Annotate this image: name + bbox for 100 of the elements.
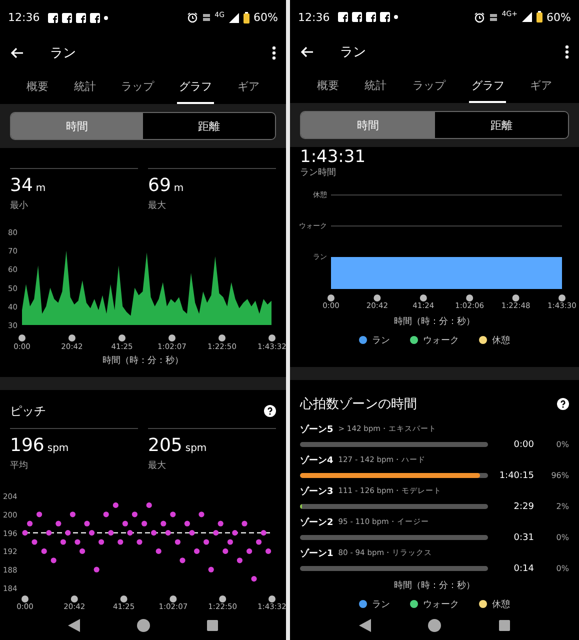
back-arrow-icon[interactable]: [300, 46, 314, 58]
section-title: 心拍数ゾーンの時間: [300, 396, 417, 414]
more-icon[interactable]: [272, 46, 276, 60]
data-point: [174, 539, 180, 545]
data-point: [170, 512, 176, 518]
alarm-clock-icon: [474, 12, 485, 23]
data-point: [94, 566, 100, 572]
back-arrow-icon[interactable]: [10, 46, 24, 58]
app-notification-icon: [366, 12, 376, 22]
status-time: 12:36: [298, 10, 330, 24]
alarm-clock-icon: [186, 12, 198, 23]
section-title: ピッチ: [10, 402, 46, 420]
signal-icon: [522, 12, 532, 22]
home-icon[interactable]: [136, 618, 150, 632]
help-icon[interactable]: [557, 398, 569, 410]
axis-title: 時間（時：分：秒）: [394, 580, 475, 594]
axis-tick-dot: [170, 596, 177, 602]
zone-time: 0:31: [512, 532, 534, 543]
recents-icon[interactable]: [499, 620, 510, 631]
data-point: [108, 530, 114, 536]
data-point: [98, 539, 104, 545]
home-icon[interactable]: [428, 618, 442, 632]
zone-time: 2:29: [512, 502, 534, 512]
app-notification-icon: [90, 12, 100, 22]
notification-dot-icon: [394, 15, 398, 20]
back-icon[interactable]: [358, 618, 371, 632]
axis-tick-dot: [70, 596, 78, 602]
app-notification-icon: [352, 12, 362, 22]
more-icon[interactable]: [565, 45, 569, 60]
notification-dot-icon: [104, 16, 108, 20]
data-point: [118, 539, 124, 545]
data-point: [65, 530, 71, 536]
tab[interactable]: 概要: [314, 70, 341, 104]
axis-tick-dot: [219, 596, 226, 602]
data-point: [70, 512, 76, 518]
data-point: [84, 520, 90, 526]
segmented-control[interactable]: 時間 距離: [300, 111, 569, 140]
data-point: [232, 530, 238, 536]
recents-icon[interactable]: [206, 620, 218, 630]
legend-label: ウォーク: [423, 334, 459, 347]
legend-label: ウォーク: [423, 598, 459, 610]
zone-percent: 0%: [555, 533, 569, 542]
data-point: [251, 576, 257, 582]
status-time: 12:36: [8, 11, 40, 24]
battery-icon: [536, 11, 543, 24]
segment-button[interactable]: 距離: [434, 112, 568, 138]
axis-tick-dot: [268, 334, 276, 342]
data-point: [22, 530, 28, 536]
data-point: [151, 530, 157, 536]
segment-button[interactable]: 時間: [11, 113, 143, 139]
data-point: [112, 502, 118, 508]
data-point: [103, 512, 109, 518]
zone-percent: 96%: [550, 471, 569, 480]
data-point: [27, 520, 33, 526]
tab[interactable]: 概要: [24, 70, 51, 104]
axis-tick-dot: [68, 334, 76, 342]
data-point: [246, 548, 252, 554]
zone-name: ゾーン2: [300, 516, 334, 529]
app-notification-icon: [338, 12, 348, 22]
data-point: [56, 520, 62, 526]
stat-label: 最小: [10, 200, 28, 212]
stat-value: 205 spm: [148, 435, 207, 458]
data-point: [50, 558, 56, 564]
data-point: [256, 539, 262, 545]
legend-label: 休憩: [492, 598, 510, 610]
help-icon[interactable]: [264, 405, 276, 417]
segment-button[interactable]: 距離: [143, 113, 275, 139]
data-point: [32, 539, 38, 545]
axis-tick-dot: [558, 294, 566, 302]
back-icon[interactable]: [68, 618, 80, 632]
tab[interactable]: ラップ: [410, 70, 448, 104]
tab[interactable]: 統計: [72, 70, 98, 104]
data-point: [160, 520, 166, 526]
tab[interactable]: 統計: [362, 70, 389, 104]
battery-level: 60%: [254, 11, 278, 24]
axis-tick-dot: [22, 596, 28, 602]
axis-tick-dot: [218, 334, 226, 342]
stat-label: 最大: [148, 200, 166, 212]
tab[interactable]: ラップ: [118, 70, 156, 104]
legend-label: ラン: [372, 598, 390, 610]
zone-percent: 0%: [555, 564, 569, 574]
data-point: [198, 512, 204, 518]
tab[interactable]: ギア: [528, 70, 554, 104]
battery-icon: [242, 12, 250, 24]
axis-tick-dot: [18, 334, 26, 342]
segment-button[interactable]: 時間: [301, 112, 434, 138]
app-notification-icon: [48, 12, 58, 22]
data-point: [136, 539, 142, 545]
data-point: [80, 548, 86, 554]
axis-tick-dot: [168, 334, 176, 342]
tab[interactable]: ギア: [235, 70, 262, 104]
duration-label: ラン時間: [300, 167, 336, 180]
legend-label: 休憩: [492, 334, 510, 347]
signal-icon: [228, 12, 239, 22]
segmented-control[interactable]: 時間 距離: [10, 112, 276, 140]
duration-value: 1:43:31: [300, 147, 366, 168]
zone-time: 0:00: [512, 440, 534, 450]
legend-label: ラン: [372, 334, 390, 347]
data-point: [194, 548, 200, 554]
axis-tick-dot: [466, 294, 474, 302]
